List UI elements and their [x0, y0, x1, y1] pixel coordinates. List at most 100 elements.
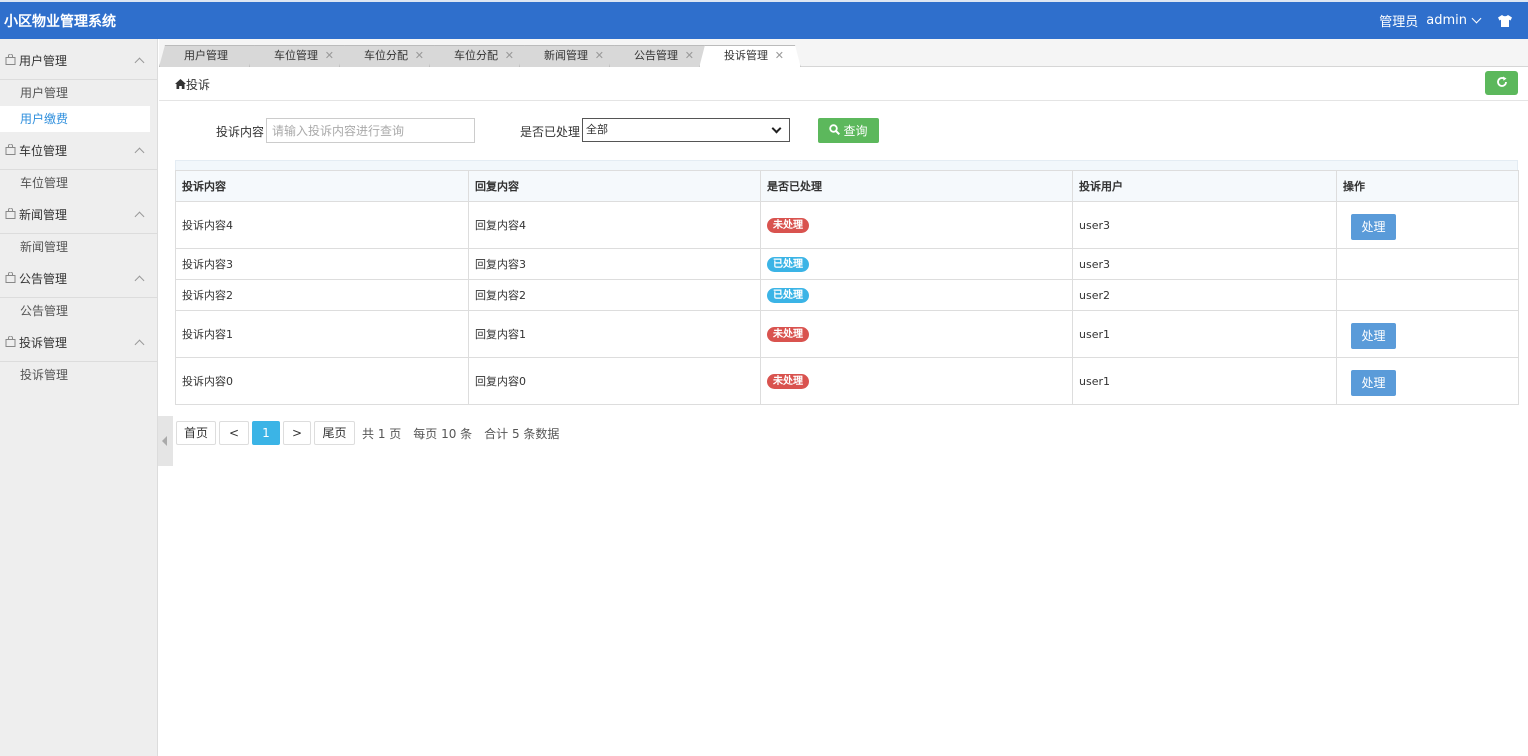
first-page-button[interactable]: 首页 — [176, 421, 216, 445]
search-button[interactable]: 查询 — [818, 118, 879, 143]
cell-reply: 回复内容2 — [468, 279, 761, 311]
status-badge: 已处理 — [767, 287, 809, 303]
column-header[interactable]: 是否已处理 — [760, 170, 1073, 202]
sidebar-collapse-handle[interactable] — [158, 416, 173, 466]
sidebar-group-label: 投诉管理 — [19, 336, 68, 350]
total-pages: 共 1 页 — [362, 426, 402, 441]
refresh-button[interactable] — [1485, 71, 1518, 95]
tab-label: 车位分配 — [454, 49, 498, 62]
cell-action: 处理 — [1336, 201, 1519, 249]
next-page-button[interactable]: > — [283, 421, 311, 445]
header-user-area: 管理员 admin — [1379, 11, 1512, 30]
tab-label: 车位分配 — [364, 49, 408, 62]
chevron-up-icon — [134, 211, 145, 222]
status-badge: 未处理 — [767, 217, 809, 233]
bag-icon — [5, 143, 16, 158]
tab-label: 车位管理 — [274, 49, 318, 62]
column-header: 操作 — [1336, 170, 1519, 202]
column-header[interactable]: 投诉内容 — [175, 170, 469, 202]
close-icon[interactable]: ✕ — [775, 46, 784, 66]
sidebar-group-head-users[interactable]: 用户管理 — [0, 42, 157, 80]
cell-action: 处理 — [1336, 357, 1519, 405]
sidebar-item-user-manage[interactable]: 用户管理 — [0, 80, 157, 106]
column-header[interactable]: 回复内容 — [468, 170, 761, 202]
app-title: 小区物业管理系统 — [4, 14, 116, 30]
status-select[interactable]: 全部 — [582, 118, 790, 142]
status-badge: 已处理 — [767, 256, 809, 272]
prev-page-button[interactable]: < — [219, 421, 249, 445]
tab-complaint-manage[interactable]: 投诉管理 ✕ — [699, 45, 801, 68]
bag-icon — [5, 335, 16, 350]
bag-icon — [5, 271, 16, 286]
tshirt-icon[interactable] — [1498, 14, 1512, 27]
cell-action: 处理 — [1336, 310, 1519, 358]
last-page-button[interactable]: 尾页 — [314, 421, 355, 445]
cell-status: 未处理 — [760, 310, 1073, 358]
cell-status: 已处理 — [760, 279, 1073, 311]
cell-user: user2 — [1072, 279, 1337, 311]
cell-content: 投诉内容2 — [175, 279, 469, 311]
cell-user: user1 — [1072, 357, 1337, 405]
close-icon[interactable]: ✕ — [595, 46, 604, 66]
tab-notice-manage[interactable]: 公告管理 ✕ — [609, 45, 711, 67]
close-icon[interactable]: ✕ — [685, 46, 694, 66]
per-page: 每页 10 条 — [413, 426, 473, 441]
cell-user: user3 — [1072, 248, 1337, 280]
tab-bar: 用户管理 车位管理 ✕ 车位分配 ✕ 车位分配 ✕ 新闻管理 ✕ 公告管理 ✕ 投诉管理 ✕ — [159, 39, 1528, 68]
sidebar-group-head-news[interactable]: 新闻管理 — [0, 196, 157, 234]
refresh-icon — [1496, 76, 1508, 91]
content-search-input[interactable] — [266, 118, 475, 143]
sidebar-group-label: 用户管理 — [19, 54, 68, 68]
handle-button[interactable]: 处理 — [1351, 323, 1396, 349]
tab-parking-assign-2[interactable]: 车位分配 ✕ — [429, 45, 531, 67]
user-menu[interactable]: admin — [1426, 13, 1482, 28]
close-icon[interactable]: ✕ — [325, 46, 334, 66]
table-row: 投诉内容1 回复内容1 未处理 user1 处理 — [175, 310, 1519, 358]
chevron-up-icon — [134, 147, 145, 158]
close-icon[interactable]: ✕ — [415, 46, 424, 66]
tab-news-manage[interactable]: 新闻管理 ✕ — [519, 45, 621, 67]
cell-action — [1336, 248, 1519, 280]
cell-content: 投诉内容1 — [175, 310, 469, 358]
sidebar-item-news-manage[interactable]: 新闻管理 — [0, 234, 157, 260]
status-badge: 未处理 — [767, 373, 809, 389]
tab-label: 用户管理 — [184, 49, 228, 62]
breadcrumb: 投诉 — [175, 76, 210, 93]
search-button-label: 查询 — [843, 124, 868, 138]
user-role: 管理员 — [1379, 15, 1419, 30]
cell-status: 未处理 — [760, 357, 1073, 405]
sidebar-item-complaint-manage[interactable]: 投诉管理 — [0, 362, 157, 388]
cell-user: user3 — [1072, 201, 1337, 249]
table-row: 投诉内容2 回复内容2 已处理 user2 — [175, 279, 1519, 311]
bag-icon — [5, 53, 16, 68]
table-header-row: 投诉内容 回复内容 是否已处理 投诉用户 操作 — [175, 170, 1519, 202]
cell-status: 未处理 — [760, 201, 1073, 249]
cell-status: 已处理 — [760, 248, 1073, 280]
cell-content: 投诉内容4 — [175, 201, 469, 249]
search-icon — [829, 123, 843, 138]
sidebar-item-parking-manage[interactable]: 车位管理 — [0, 170, 157, 196]
tab-parking-assign[interactable]: 车位分配 ✕ — [339, 45, 441, 67]
cell-action — [1336, 279, 1519, 311]
username: admin — [1426, 13, 1467, 28]
home-icon[interactable] — [175, 78, 186, 92]
chevron-up-icon — [134, 339, 145, 350]
sidebar-item-notice-manage[interactable]: 公告管理 — [0, 298, 157, 324]
bag-icon — [5, 207, 16, 222]
tab-user-manage[interactable]: 用户管理 — [159, 45, 261, 67]
handle-button[interactable]: 处理 — [1351, 214, 1396, 240]
column-header[interactable]: 投诉用户 — [1072, 170, 1337, 202]
chevron-up-icon — [134, 57, 145, 68]
cell-content: 投诉内容0 — [175, 357, 469, 405]
sidebar-item-user-fee[interactable]: 用户缴费 — [0, 106, 150, 132]
page-1-button[interactable]: 1 — [252, 421, 280, 445]
tab-parking-manage[interactable]: 车位管理 ✕ — [249, 45, 351, 67]
close-icon[interactable]: ✕ — [505, 46, 514, 66]
handle-button[interactable]: 处理 — [1351, 370, 1396, 396]
sidebar-group-head-parking[interactable]: 车位管理 — [0, 132, 157, 170]
sidebar-group-head-complaint[interactable]: 投诉管理 — [0, 324, 157, 362]
top-header: 小区物业管理系统 管理员 admin — [0, 0, 1528, 39]
table-row: 投诉内容0 回复内容0 未处理 user1 处理 — [175, 357, 1519, 405]
sidebar-group-head-notice[interactable]: 公告管理 — [0, 260, 157, 298]
sidebar-group-notice: 公告管理 公告管理 — [0, 260, 157, 324]
